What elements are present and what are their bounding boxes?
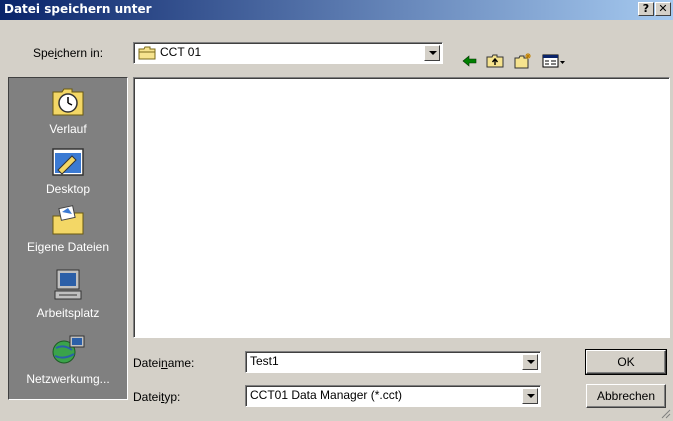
label-part: Spe xyxy=(33,46,55,60)
place-label: Arbeitsplatz xyxy=(36,306,100,320)
cancel-button[interactable]: Abbrechen xyxy=(586,384,666,408)
label-part: Datei xyxy=(133,390,162,404)
place-label: Desktop xyxy=(45,182,91,196)
place-history[interactable]: Verlauf xyxy=(9,84,127,136)
title-bar[interactable]: Datei speichern unter ? ✕ xyxy=(0,0,673,20)
label-part: yp: xyxy=(164,390,181,404)
place-label: Verlauf xyxy=(49,122,87,136)
place-label: Netzwerkumg... xyxy=(26,372,110,386)
filetype-label: Dateityp: xyxy=(133,390,180,404)
filetype-value: CCT01 Data Manager (*.cct) xyxy=(250,388,403,402)
network-icon xyxy=(52,335,85,364)
filename-field[interactable]: Test1 xyxy=(245,351,541,373)
folder-icon xyxy=(138,46,156,60)
label-part: ame: xyxy=(167,356,195,370)
place-network[interactable]: Netzwerkumg... xyxy=(9,334,127,386)
save-in-label: Speichern in: xyxy=(33,46,103,60)
my-computer-icon xyxy=(54,269,82,300)
back-arrow-icon[interactable] xyxy=(460,52,480,70)
filename-value: Test1 xyxy=(250,354,279,368)
save-in-folder: CCT 01 xyxy=(160,45,202,59)
close-button[interactable]: ✕ xyxy=(655,2,671,16)
places-bar: Verlauf Desktop Eigene Dateien Arbeitspl… xyxy=(8,77,128,400)
my-documents-icon xyxy=(52,205,84,235)
ok-button[interactable]: OK xyxy=(585,349,667,375)
view-menu-icon[interactable] xyxy=(541,52,567,70)
place-desktop[interactable]: Desktop xyxy=(9,146,127,196)
save-as-dialog: Datei speichern unter ? ✕ Speichern in: … xyxy=(0,0,673,421)
place-my-documents[interactable]: Eigene Dateien xyxy=(9,204,127,254)
filename-label: Dateiname: xyxy=(133,356,194,370)
help-button[interactable]: ? xyxy=(638,2,654,16)
chevron-down-icon[interactable] xyxy=(522,354,538,370)
place-my-computer[interactable]: Arbeitsplatz xyxy=(9,268,127,320)
history-icon xyxy=(52,88,84,116)
save-in-combo[interactable]: CCT 01 xyxy=(133,42,443,64)
place-label: Eigene Dateien xyxy=(26,240,110,254)
up-folder-icon[interactable] xyxy=(485,52,505,70)
desktop-icon xyxy=(52,148,84,176)
new-folder-icon[interactable] xyxy=(513,52,533,70)
file-list[interactable] xyxy=(133,77,670,338)
resize-grip-icon[interactable] xyxy=(659,407,671,419)
dialog-title: Datei speichern unter xyxy=(4,2,152,16)
label-hotkey: n xyxy=(161,356,168,370)
chevron-down-icon[interactable] xyxy=(424,45,440,61)
filetype-select[interactable]: CCT01 Data Manager (*.cct) xyxy=(245,385,541,407)
label-part: Datei xyxy=(133,356,162,370)
chevron-down-icon[interactable] xyxy=(522,388,538,404)
label-part: chern in: xyxy=(57,46,104,60)
